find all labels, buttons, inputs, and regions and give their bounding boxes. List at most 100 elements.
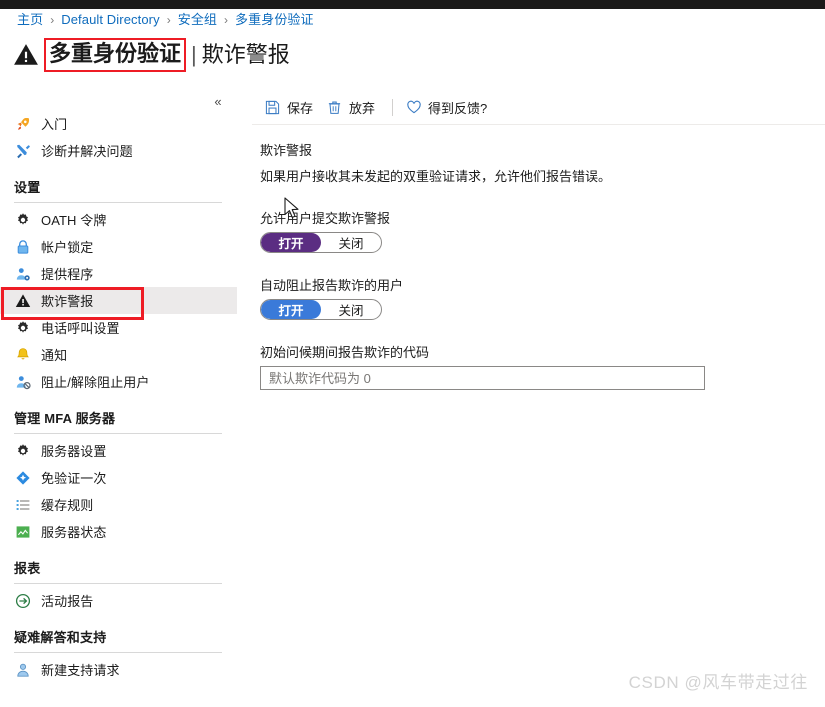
allow-fraud-report-field: 允许用户提交欺诈警报 打开 关闭 xyxy=(260,208,825,253)
section-description: 如果用户接收其未发起的双重验证请求，允许他们报告错误。 xyxy=(260,169,612,184)
fraud-alert-section: 欺诈警报 如果用户接收其未发起的双重验证请求，允许他们报告错误。 xyxy=(260,140,825,186)
sidebar-item-label: 帐户锁定 xyxy=(41,240,94,255)
person-block-icon xyxy=(14,373,32,391)
allow-fraud-report-toggle[interactable]: 打开 关闭 xyxy=(260,232,382,253)
sidebar-item-person-settings-icon[interactable]: 提供程序 xyxy=(0,260,237,287)
auto-block-field: 自动阻止报告欺诈的用户 打开 关闭 xyxy=(260,275,825,320)
sidebar-item-gear-icon[interactable]: 电话呼叫设置 xyxy=(0,314,237,341)
sidebar-item-label: 服务器设置 xyxy=(41,444,107,459)
sidebar-group-items: 新建支持请求 xyxy=(0,656,237,683)
sidebar-group-title: 疑难解答和支持 xyxy=(14,630,107,645)
sidebar-item-wrench-icon[interactable]: 诊断并解决问题 xyxy=(0,137,237,164)
sidebar-items: 入门 诊断并解决问题 xyxy=(0,110,237,164)
fraud-code-label: 初始问候期间报告欺诈的代码 xyxy=(260,345,430,360)
sidebar-group-title: 设置 xyxy=(14,180,41,195)
wrench-icon xyxy=(14,142,32,160)
toggle-option-off[interactable]: 关闭 xyxy=(321,300,381,319)
auto-block-toggle[interactable]: 打开 关闭 xyxy=(260,299,382,320)
page-title-sub: 欺诈警报 xyxy=(201,42,290,67)
breadcrumb-separator: › xyxy=(166,13,171,27)
fraud-code-field: 初始问候期间报告欺诈的代码 xyxy=(260,342,825,390)
sidebar-collapse-button[interactable]: « xyxy=(209,92,227,110)
sidebar-group-items: 活动报告 xyxy=(0,587,237,614)
sidebar-item-label: 电话呼叫设置 xyxy=(41,321,120,336)
sidebar-item-person-block-icon[interactable]: 阻止/解除阻止用户 xyxy=(0,368,237,395)
toggle-option-on[interactable]: 打开 xyxy=(261,300,321,319)
sidebar-item-label: 入门 xyxy=(41,117,68,132)
sidebar-item-label: OATH 令牌 xyxy=(41,213,107,228)
rocket-icon xyxy=(14,115,32,133)
main-content: 保存 放弃 得到反馈? 欺诈警报 如果用户接收其未发起的双重验证请求，允许他们报… xyxy=(252,88,825,707)
command-toolbar: 保存 放弃 得到反馈? xyxy=(260,92,825,122)
lock-icon xyxy=(14,238,32,256)
breadcrumb-separator: › xyxy=(224,13,229,27)
sidebar-item-support-person-icon[interactable]: 新建支持请求 xyxy=(0,656,237,683)
sidebar-item-monitor-chart-icon[interactable]: 服务器状态 xyxy=(0,518,237,545)
sidebar-group-divider xyxy=(14,583,222,584)
allow-fraud-report-label: 允许用户提交欺诈警报 xyxy=(260,211,391,226)
sidebar-group-divider xyxy=(14,652,222,653)
toggle-option-on[interactable]: 打开 xyxy=(261,233,321,252)
sidebar-item-lock-icon[interactable]: 帐户锁定 xyxy=(0,233,237,260)
heart-icon xyxy=(405,99,422,116)
sidebar-item-label: 免验证一次 xyxy=(41,471,107,486)
toggle-option-off[interactable]: 关闭 xyxy=(321,233,381,252)
sidebar-group: 疑难解答和支持 xyxy=(0,627,237,653)
page-title: 多重身份验证 | 欺诈警报 xyxy=(13,38,290,72)
sidebar-item-activity-arrow-icon[interactable]: 活动报告 xyxy=(0,587,237,614)
breadcrumb-separator: › xyxy=(50,13,55,27)
watermark: CSDN @风车带走过往 xyxy=(628,673,808,692)
sidebar-item-gear-icon[interactable]: 服务器设置 xyxy=(0,437,237,464)
breadcrumb-item-security-group[interactable]: 安全组 xyxy=(178,12,217,28)
save-disk-icon xyxy=(264,99,281,116)
sidebar-group: 设置 xyxy=(0,177,237,203)
discard-button[interactable]: 放弃 xyxy=(322,94,384,120)
activity-arrow-icon xyxy=(14,592,32,610)
bell-icon xyxy=(14,346,32,364)
feedback-button[interactable]: 得到反馈? xyxy=(401,94,496,120)
breadcrumb-item-directory[interactable]: Default Directory xyxy=(61,12,160,28)
auto-block-label: 自动阻止报告欺诈的用户 xyxy=(260,278,404,293)
sidebar-item-label: 活动报告 xyxy=(41,594,94,609)
sidebar-item-label: 提供程序 xyxy=(41,267,94,282)
sidebar-item-diamond-icon[interactable]: 免验证一次 xyxy=(0,464,237,491)
feedback-button-label: 得到反馈? xyxy=(428,100,488,116)
person-settings-icon xyxy=(14,265,32,283)
sidebar-item-warning-triangle-icon[interactable]: 欺诈警报 xyxy=(0,287,237,320)
sidebar-item-list-icon[interactable]: 缓存规则 xyxy=(0,491,237,518)
sidebar-group-title: 管理 MFA 服务器 xyxy=(14,411,116,426)
warning-triangle-icon xyxy=(13,42,39,68)
sidebar-item-rocket-icon[interactable]: 入门 xyxy=(0,110,237,137)
support-person-icon xyxy=(14,661,32,679)
sidebar-item-label: 诊断并解决问题 xyxy=(41,144,133,159)
page-title-main: 多重身份验证 xyxy=(44,38,187,72)
breadcrumb-item-home[interactable]: 主页 xyxy=(17,12,43,28)
sidebar-group-items: OATH 令牌 帐户锁定提供程序欺诈警报电话呼叫设置通知阻止/解除阻止用户 xyxy=(0,206,237,395)
save-button[interactable]: 保存 xyxy=(260,94,322,120)
sidebar: « 入门诊断并解决问题设置 OATH 令牌 帐户锁定提供程序欺诈警报电话呼叫设置通知… xyxy=(0,88,237,707)
toolbar-divider-line xyxy=(252,124,825,125)
sidebar-item-gear-icon[interactable]: OATH 令牌 xyxy=(0,206,237,233)
sidebar-group-title: 报表 xyxy=(14,561,41,576)
page-title-text: 多重身份验证 | 欺诈警报 xyxy=(44,38,290,72)
sidebar-group-divider xyxy=(14,433,222,434)
sidebar-item-label: 缓存规则 xyxy=(41,498,94,513)
breadcrumb-item-mfa[interactable]: 多重身份验证 xyxy=(235,12,314,28)
sidebar-item-bell-icon[interactable]: 通知 xyxy=(0,341,237,368)
list-icon xyxy=(14,496,32,514)
fraud-code-input[interactable] xyxy=(260,366,705,390)
sidebar-item-label: 欺诈警报 xyxy=(41,294,94,309)
sidebar-nav: 入门诊断并解决问题设置 OATH 令牌 帐户锁定提供程序欺诈警报电话呼叫设置通知阻止… xyxy=(0,110,237,683)
gear-icon xyxy=(14,442,32,460)
sidebar-group-items: 服务器设置免验证一次缓存规则服务器状态 xyxy=(0,437,237,545)
section-title: 欺诈警报 xyxy=(260,143,313,158)
toolbar-divider xyxy=(392,98,394,116)
diamond-icon xyxy=(14,469,32,487)
discard-button-label: 放弃 xyxy=(349,100,376,116)
gear-icon xyxy=(14,211,32,229)
breadcrumb: 主页 › Default Directory › 安全组 › 多重身份验证 xyxy=(17,12,314,28)
warning-triangle-icon xyxy=(14,292,32,310)
sidebar-item-label: 阻止/解除阻止用户 xyxy=(41,375,150,390)
page-title-separator: | xyxy=(191,42,197,67)
sidebar-group-divider xyxy=(14,202,222,203)
